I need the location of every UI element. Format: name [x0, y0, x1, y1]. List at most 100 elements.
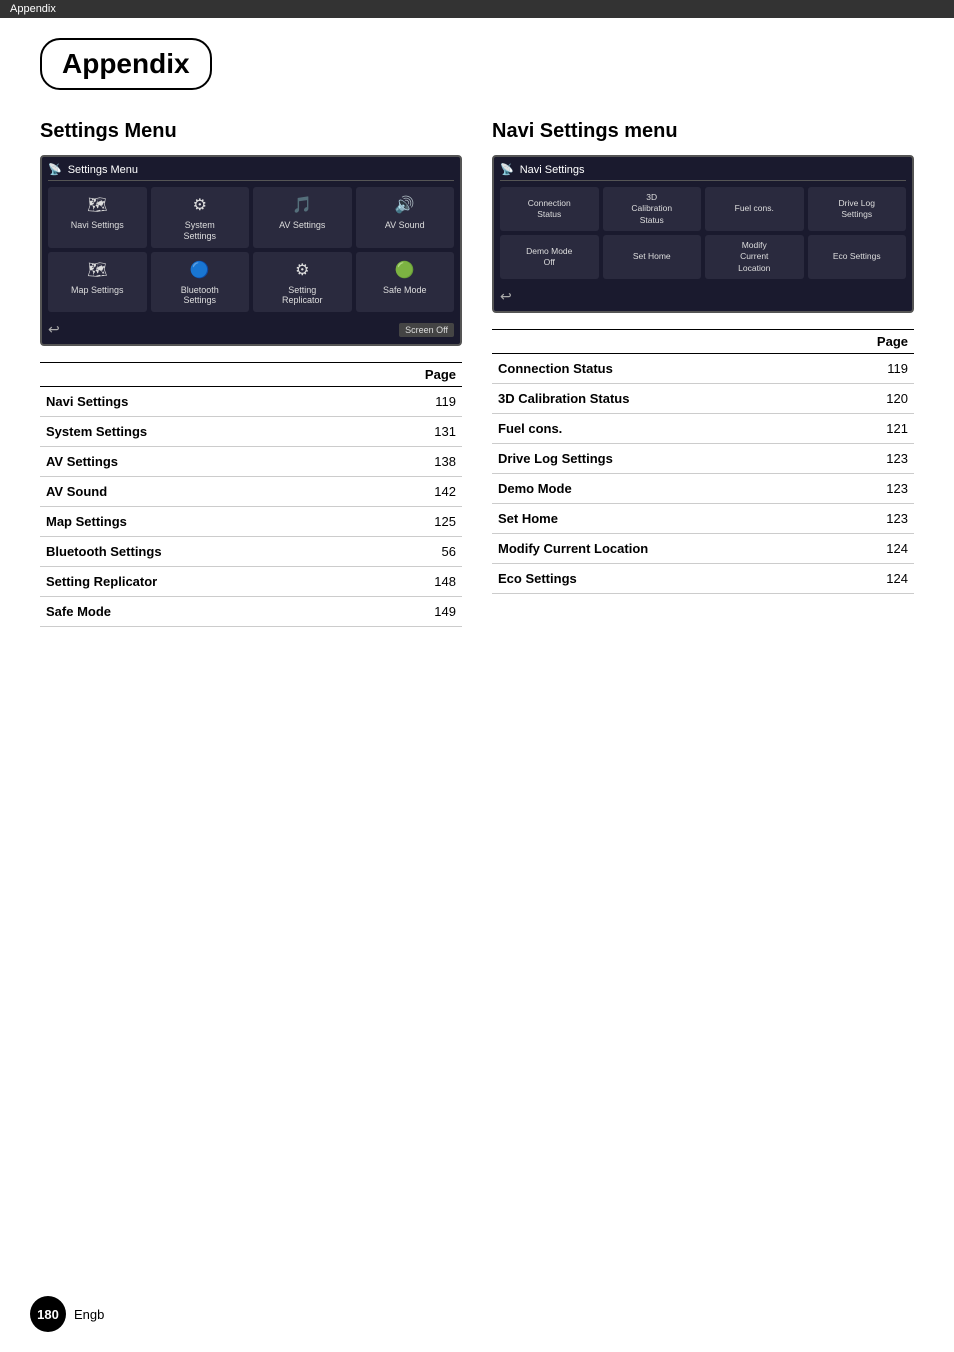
navi-table-page-header: Page: [825, 330, 914, 354]
row-label: Setting Replicator: [40, 567, 355, 597]
page-number-badge: 180: [30, 1296, 66, 1332]
row-page: 124: [825, 534, 914, 564]
navi-screen-grid: ConnectionStatus 3DCalibrationStatus Fue…: [500, 187, 906, 279]
navi-table-empty-header: [492, 330, 825, 354]
bluetooth-icon: 🔵: [186, 258, 214, 282]
table-row: Modify Current Location 124: [492, 534, 914, 564]
page-title: Appendix: [40, 38, 212, 90]
antenna-icon: 📡: [48, 163, 62, 176]
navi-item-calibration: 3DCalibrationStatus: [603, 187, 702, 231]
row-page: 120: [825, 384, 914, 414]
row-page: 56: [355, 537, 462, 567]
settings-menu-table: Page Navi Settings 119 System Settings 1…: [40, 362, 462, 627]
navi-screen-bottom: ↩: [500, 284, 906, 305]
table-row: Setting Replicator 148: [40, 567, 462, 597]
screen-back-button: ↩: [48, 321, 60, 338]
row-label: Modify Current Location: [492, 534, 825, 564]
screen-off-button: Screen Off: [399, 323, 454, 337]
av-icon: 🎵: [288, 193, 316, 217]
row-page: 123: [825, 474, 914, 504]
navi-screen-mockup: 📡 Navi Settings ConnectionStatus 3DCalib…: [492, 155, 914, 313]
safe-icon: 🟢: [391, 258, 419, 282]
navi-item-home: Set Home: [603, 235, 702, 279]
screen-item-map: 🗺 Map Settings: [48, 252, 147, 313]
row-page: 119: [825, 354, 914, 384]
right-column: Navi Settings menu 📡 Navi Settings Conne…: [492, 120, 914, 627]
row-page: 149: [355, 597, 462, 627]
row-page: 142: [355, 477, 462, 507]
table-row: System Settings 131: [40, 417, 462, 447]
navi-item-drivelog: Drive LogSettings: [808, 187, 907, 231]
table-row: Set Home 123: [492, 504, 914, 534]
main-content: Appendix Settings Menu 📡 Settings Menu 🗺…: [0, 18, 954, 647]
settings-table-empty-header: [40, 363, 355, 387]
row-label: Drive Log Settings: [492, 444, 825, 474]
system-icon: ⚙: [186, 193, 214, 217]
screen-item-navi: 🗺 Navi Settings: [48, 187, 147, 248]
table-row: Demo Mode 123: [492, 474, 914, 504]
settings-screen-mockup: 📡 Settings Menu 🗺 Navi Settings ⚙ System…: [40, 155, 462, 346]
row-page: 123: [825, 444, 914, 474]
navi-item-demo: Demo ModeOff: [500, 235, 599, 279]
screen-items-grid: 🗺 Navi Settings ⚙ SystemSettings 🎵 AV Se…: [48, 187, 454, 312]
row-page: 121: [825, 414, 914, 444]
navi-antenna-icon: 📡: [500, 163, 514, 176]
navi-item-connection: ConnectionStatus: [500, 187, 599, 231]
page-language: Engb: [74, 1307, 104, 1322]
page-footer: 180 Engb: [0, 1296, 954, 1332]
row-page: 119: [355, 387, 462, 417]
table-row: Map Settings 125: [40, 507, 462, 537]
row-label: Set Home: [492, 504, 825, 534]
navi-item-eco: Eco Settings: [808, 235, 907, 279]
row-label: AV Sound: [40, 477, 355, 507]
settings-menu-heading: Settings Menu: [40, 120, 462, 143]
row-label: Demo Mode: [492, 474, 825, 504]
row-label: AV Settings: [40, 447, 355, 477]
table-row: Connection Status 119: [492, 354, 914, 384]
screen-item-avsound: 🔊 AV Sound: [356, 187, 455, 248]
screen-item-safe: 🟢 Safe Mode: [356, 252, 455, 313]
table-row: Eco Settings 124: [492, 564, 914, 594]
row-page: 138: [355, 447, 462, 477]
table-row: Drive Log Settings 123: [492, 444, 914, 474]
row-label: Connection Status: [492, 354, 825, 384]
row-page: 124: [825, 564, 914, 594]
table-row: Safe Mode 149: [40, 597, 462, 627]
avsound-icon: 🔊: [391, 193, 419, 217]
navi-settings-heading: Navi Settings menu: [492, 120, 914, 143]
navi-settings-table: Page Connection Status 119 3D Calibratio…: [492, 329, 914, 594]
screen-item-bluetooth: 🔵 BluetoothSettings: [151, 252, 250, 313]
navi-item-location: ModifyCurrentLocation: [705, 235, 804, 279]
row-label: Map Settings: [40, 507, 355, 537]
screen-bottom: ↩ Screen Off: [48, 317, 454, 338]
screen-item-av: 🎵 AV Settings: [253, 187, 352, 248]
row-page: 125: [355, 507, 462, 537]
row-label: Bluetooth Settings: [40, 537, 355, 567]
navi-icon: 🗺: [83, 193, 111, 217]
table-row: Fuel cons. 121: [492, 414, 914, 444]
row-label: 3D Calibration Status: [492, 384, 825, 414]
screen-title-bar: 📡 Settings Menu: [48, 163, 454, 181]
table-row: AV Settings 138: [40, 447, 462, 477]
replicator-icon: ⚙: [288, 258, 316, 282]
row-label: Fuel cons.: [492, 414, 825, 444]
screen-title: Settings Menu: [68, 164, 138, 176]
header-label: Appendix: [10, 3, 56, 15]
two-col-layout: Settings Menu 📡 Settings Menu 🗺 Navi Set…: [40, 120, 914, 627]
screen-item-system: ⚙ SystemSettings: [151, 187, 250, 248]
table-row: 3D Calibration Status 120: [492, 384, 914, 414]
page-header: Appendix: [0, 0, 954, 18]
row-label: Navi Settings: [40, 387, 355, 417]
navi-item-fuel: Fuel cons.: [705, 187, 804, 231]
row-page: 123: [825, 504, 914, 534]
settings-table-page-header: Page: [355, 363, 462, 387]
table-row: Navi Settings 119: [40, 387, 462, 417]
row-label: Eco Settings: [492, 564, 825, 594]
navi-screen-title-bar: 📡 Navi Settings: [500, 163, 906, 181]
navi-screen-title: Navi Settings: [520, 164, 585, 176]
map-icon: 🗺: [83, 258, 111, 282]
row-label: System Settings: [40, 417, 355, 447]
row-page: 131: [355, 417, 462, 447]
table-row: AV Sound 142: [40, 477, 462, 507]
row-label: Safe Mode: [40, 597, 355, 627]
